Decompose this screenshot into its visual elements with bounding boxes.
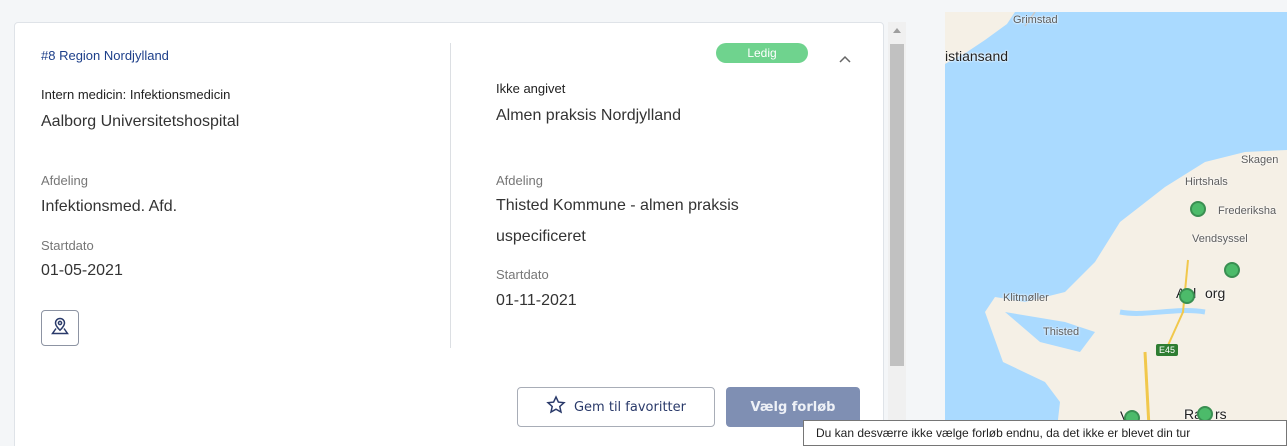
department-value-line2: uspecificeret: [496, 228, 586, 245]
save-favorite-label: Gem til favoritter: [573, 399, 686, 415]
chevron-up-icon: [839, 50, 851, 68]
map-land: [945, 12, 1287, 446]
tooltip: Du kan desværre ikke vælge forløb endnu,…: [803, 420, 1287, 446]
road-sign-e45: E45: [1156, 344, 1179, 356]
hospital-name: Aalborg Universitetshospital: [41, 113, 240, 130]
specialty-label: Ikke angivet: [496, 81, 566, 96]
start-date-value: 01-11-2021: [496, 292, 577, 309]
star-icon: [546, 395, 566, 419]
department-value: Infektionsmed. Afd.: [41, 198, 178, 215]
status-badge: Ledig: [716, 43, 808, 63]
map-label-klitmoller: Klitmøller: [1003, 292, 1049, 304]
department-label: Afdeling: [496, 173, 543, 188]
map-label-frederikshavn: Frederiksha: [1218, 205, 1277, 217]
map-pin-icon: [50, 316, 70, 341]
map-label-thisted: Thisted: [1043, 326, 1080, 338]
start-date-label: Startdato: [41, 238, 94, 253]
save-favorite-button[interactable]: Gem til favoritter: [517, 387, 715, 427]
region-title: #8 Region Nordjylland: [41, 48, 169, 63]
map-marker[interactable]: [1190, 201, 1206, 217]
map-marker[interactable]: [1179, 288, 1195, 304]
column-divider: [450, 43, 451, 348]
map-label-aalborg-b: org: [1205, 285, 1226, 301]
scrollbar-thumb[interactable]: [890, 44, 904, 366]
collapse-button[interactable]: [835, 49, 855, 69]
map-panel[interactable]: Grimstad istiansand Skagen Hirtshals Fre…: [945, 12, 1287, 446]
start-date-value: 01-05-2021: [41, 262, 123, 279]
department-label: Afdeling: [41, 173, 88, 188]
map-marker[interactable]: [1224, 262, 1240, 278]
map-label-hirtshals: Hirtshals: [1185, 176, 1228, 188]
scroll-up-arrow-icon[interactable]: [893, 28, 901, 33]
specialty-label: Intern medicin: Infektionsmedicin: [41, 87, 231, 102]
page: #8 Region Nordjylland Intern medicin: In…: [0, 0, 1287, 446]
map-label-grimstad: Grimstad: [1013, 14, 1058, 26]
start-date-label: Startdato: [496, 267, 549, 282]
placement-card: #8 Region Nordjylland Intern medicin: In…: [14, 22, 884, 446]
show-on-map-button[interactable]: [41, 310, 79, 346]
department-value-line1: Thisted Kommune - almen praksis: [496, 197, 739, 214]
hospital-name: Almen praksis Nordjylland: [496, 107, 681, 124]
map-label-vendsyssel: Vendsyssel: [1192, 233, 1248, 245]
scrollbar[interactable]: [888, 22, 906, 446]
map-label-kristiansand: istiansand: [945, 48, 1009, 64]
map-label-skagen: Skagen: [1241, 154, 1279, 166]
